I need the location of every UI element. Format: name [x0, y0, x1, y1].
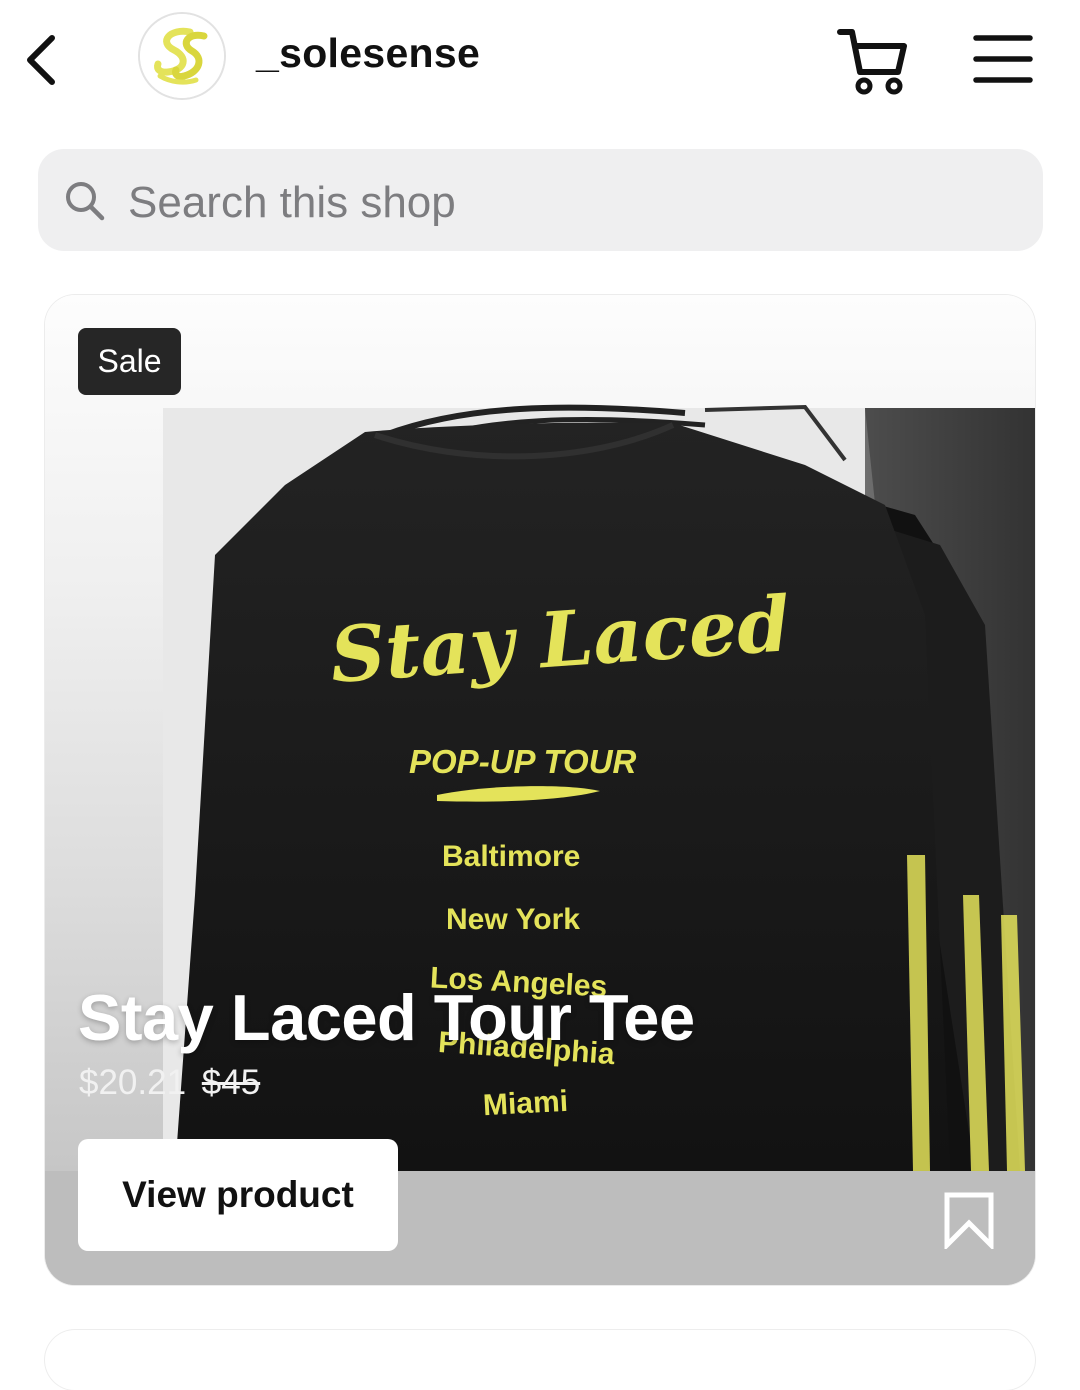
product-card[interactable]: Stay Laced POP-UP TOUR Baltimore New Yor…	[45, 295, 1035, 1285]
shirt-city-2: New York	[446, 903, 580, 936]
product-photo	[45, 404, 1035, 1285]
hamburger-menu-icon[interactable]	[972, 32, 1034, 86]
back-chevron-icon[interactable]	[22, 30, 66, 90]
shirt-city-5: Miami	[482, 1084, 569, 1123]
product-price: $20.21 $45	[79, 1063, 260, 1103]
price-original: $45	[201, 1063, 261, 1102]
cart-icon[interactable]	[836, 26, 910, 96]
shop-avatar[interactable]	[138, 12, 226, 100]
price-current: $20.21	[79, 1063, 187, 1102]
shirt-city-1: Baltimore	[442, 840, 581, 873]
search-input[interactable]	[128, 178, 988, 228]
top-bar: _solesense	[0, 0, 1080, 115]
shirt-subtitle: POP-UP TOUR	[409, 743, 637, 780]
product-title: Stay Laced Tour Tee	[78, 981, 695, 1054]
view-product-button[interactable]: View product	[78, 1139, 398, 1251]
next-product-card[interactable]	[45, 1330, 1035, 1390]
shop-username[interactable]: _solesense	[256, 30, 480, 77]
sale-badge: Sale	[78, 328, 181, 395]
bookmark-icon[interactable]	[943, 1191, 995, 1249]
solesense-logo	[140, 14, 224, 98]
search-icon	[66, 182, 105, 221]
